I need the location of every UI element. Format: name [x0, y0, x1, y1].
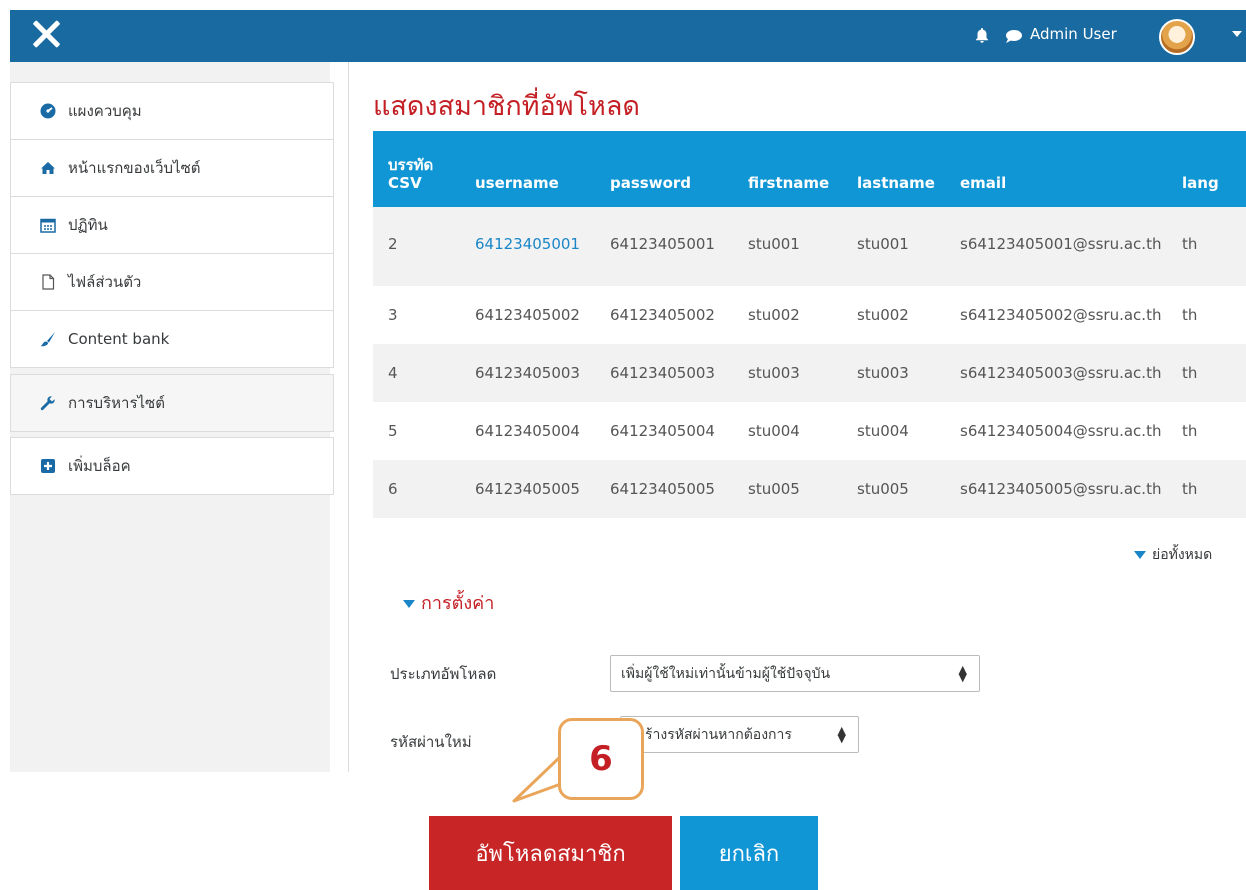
bell-icon[interactable] — [974, 27, 990, 43]
sidebar-item-label: หน้าแรกของเว็บไซต์ — [68, 159, 201, 177]
table-cell: 2 — [373, 207, 460, 286]
table-cell: stu004 — [733, 402, 842, 460]
sidebar-item-label: ปฏิทิน — [68, 216, 108, 234]
table-cell: 64123405001 — [595, 207, 733, 286]
page-title: แสดงสมาชิกที่อัพโหลด — [373, 91, 640, 122]
table-cell: th — [1167, 460, 1246, 518]
table-cell: 6 — [373, 460, 460, 518]
select-arrows-icon: ▲ ▼ — [837, 724, 846, 745]
table-cell: s64123405003@ssru.ac.th — [945, 344, 1167, 402]
table-cell: s64123405001@ssru.ac.th — [945, 207, 1167, 286]
sidebar-item-site-admin[interactable]: การบริหารไซต์ — [10, 374, 334, 432]
column-header: password — [595, 131, 733, 207]
table-header-row: บรรทัด CSV username password firstname l… — [373, 131, 1246, 207]
table-cell: stu002 — [842, 286, 945, 344]
file-icon — [42, 274, 55, 290]
table-cell: 4 — [373, 344, 460, 402]
sidebar-item-home[interactable]: หน้าแรกของเว็บไซต์ — [10, 139, 334, 197]
sidebar-item-private-files[interactable]: ไฟล์ส่วนตัว — [10, 253, 334, 311]
sidebar-item-label: เพิ่มบล็อค — [68, 457, 131, 475]
upload-users-button[interactable]: อัพโหลดสมาชิก — [429, 816, 672, 890]
divider — [348, 62, 349, 772]
table-cell: 64123405004 — [460, 402, 595, 460]
table-row: 6 64123405005 64123405005 stu005 stu005 … — [373, 460, 1246, 518]
table-cell: stu001 — [842, 207, 945, 286]
upload-type-select[interactable]: เพิ่มผู้ใช้ใหม่เท่านั้นข้ามผู้ใช้ปัจจุบั… — [610, 655, 980, 692]
avatar[interactable] — [1159, 19, 1195, 55]
upload-type-label: ประเภทอัพโหลด — [390, 665, 497, 683]
settings-section-toggle[interactable]: การตั้งค่า — [403, 588, 494, 617]
table-row: 3 64123405002 64123405002 stu002 stu002 … — [373, 286, 1246, 344]
settings-heading: การตั้งค่า — [421, 593, 495, 614]
wrench-icon — [40, 396, 55, 411]
table-cell: 64123405005 — [595, 460, 733, 518]
table-cell: th — [1167, 344, 1246, 402]
table-cell: stu005 — [842, 460, 945, 518]
table-cell: s64123405002@ssru.ac.th — [945, 286, 1167, 344]
upload-type-value: เพิ่มผู้ใช้ใหม่เท่านั้นข้ามผู้ใช้ปัจจุบั… — [621, 665, 831, 682]
step-callout: 6 — [558, 718, 644, 800]
sidebar-item-calendar[interactable]: ปฏิทิน — [10, 196, 334, 254]
new-password-label: รหัสผ่านใหม่ — [390, 733, 472, 751]
dashboard-icon — [40, 103, 56, 119]
table-cell: 64123405002 — [460, 286, 595, 344]
table-cell: th — [1167, 207, 1246, 286]
table-cell: s64123405004@ssru.ac.th — [945, 402, 1167, 460]
paintbrush-icon — [40, 332, 55, 347]
table-cell: stu005 — [733, 460, 842, 518]
column-header: lang — [1167, 131, 1246, 207]
caret-down-icon[interactable] — [1232, 31, 1242, 37]
calendar-icon — [40, 218, 56, 233]
sidebar: แผงควบคุม หน้าแรกของเว็บไซต์ ปฏิทิน ไฟล์… — [10, 62, 334, 772]
user-name[interactable]: Admin User — [1030, 25, 1117, 43]
table-row: 5 64123405004 64123405004 stu004 stu004 … — [373, 402, 1246, 460]
table-cell: 64123405001 — [460, 207, 595, 286]
table-cell: stu003 — [842, 344, 945, 402]
column-header: username — [460, 131, 595, 207]
collapse-all-label: ย่อทั้งหมด — [1152, 547, 1213, 563]
top-navbar: Admin User — [10, 10, 1246, 62]
home-icon — [41, 162, 55, 174]
sidebar-item-label: ไฟล์ส่วนตัว — [68, 273, 142, 291]
collapse-all-link[interactable]: ย่อทั้งหมด — [1134, 544, 1212, 566]
close-icon[interactable] — [28, 16, 64, 52]
table-cell: 64123405003 — [595, 344, 733, 402]
new-password-select[interactable]: ร้างรหัสผ่านหากต้องการ ▲ ▼ — [620, 716, 859, 753]
table-cell: stu001 — [733, 207, 842, 286]
table-cell: stu004 — [842, 402, 945, 460]
table-cell: 64123405002 — [595, 286, 733, 344]
column-header: email — [945, 131, 1167, 207]
table-cell: 64123405005 — [460, 460, 595, 518]
table-cell: 3 — [373, 286, 460, 344]
triangle-down-icon — [1134, 551, 1146, 559]
cancel-button[interactable]: ยกเลิก — [680, 816, 818, 890]
table-cell: stu002 — [733, 286, 842, 344]
table-row: 4 64123405003 64123405003 stu003 stu003 … — [373, 344, 1246, 402]
plus-square-icon — [41, 459, 55, 473]
select-arrows-icon: ▲ ▼ — [958, 663, 967, 684]
table-cell: 64123405004 — [595, 402, 733, 460]
table-cell: stu003 — [733, 344, 842, 402]
column-header: บรรทัด CSV — [373, 131, 460, 207]
table-row: 2 64123405001 64123405001 stu001 stu001 … — [373, 207, 1246, 286]
sidebar-item-label: Content bank — [68, 330, 170, 348]
sidebar-item-label: การบริหารไซต์ — [68, 394, 165, 412]
table-cell: 5 — [373, 402, 460, 460]
sidebar-item-dashboard[interactable]: แผงควบคุม — [10, 82, 334, 140]
table-cell: s64123405005@ssru.ac.th — [945, 460, 1167, 518]
uploaded-users-table: บรรทัด CSV username password firstname l… — [373, 131, 1246, 518]
chat-icon[interactable] — [1003, 29, 1025, 43]
step-number: 6 — [589, 739, 613, 779]
triangle-down-icon — [403, 600, 415, 608]
column-header: lastname — [842, 131, 945, 207]
sidebar-item-label: แผงควบคุม — [68, 102, 142, 120]
sidebar-item-add-block[interactable]: เพิ่มบล็อค — [10, 437, 334, 495]
sidebar-item-content-bank[interactable]: Content bank — [10, 310, 334, 368]
table-cell: 64123405003 — [460, 344, 595, 402]
table-cell: th — [1167, 286, 1246, 344]
username-link[interactable]: 64123405001 — [475, 235, 580, 253]
column-header: firstname — [733, 131, 842, 207]
new-password-value: ร้างรหัสผ่านหากต้องการ — [645, 726, 792, 743]
table-cell: th — [1167, 402, 1246, 460]
